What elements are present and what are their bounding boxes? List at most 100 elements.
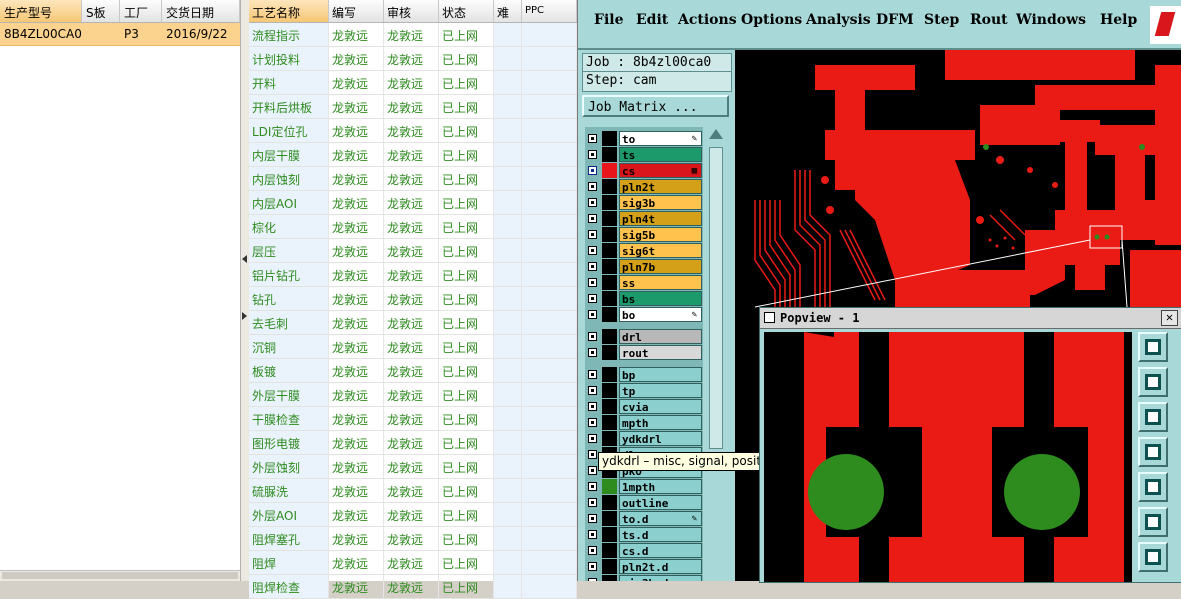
layer-row-ts-d[interactable]: ts.d bbox=[585, 527, 703, 542]
col-header-delivery-date[interactable]: 交货日期 bbox=[162, 0, 240, 22]
table-row[interactable]: 流程指示 龙敦远 龙敦远 已上网 bbox=[249, 23, 577, 47]
layer-color-swatch[interactable] bbox=[602, 163, 617, 178]
layer-color-swatch[interactable] bbox=[602, 307, 617, 322]
layer-checkbox[interactable] bbox=[588, 450, 597, 459]
layer-color-swatch[interactable] bbox=[602, 291, 617, 306]
table-row[interactable]: 去毛刺 龙敦远 龙敦远 已上网 bbox=[249, 311, 577, 335]
layer-color-swatch[interactable] bbox=[602, 511, 617, 526]
table-row[interactable]: 阻焊检查 龙敦远 龙敦远 已上网 bbox=[249, 575, 577, 599]
table-row[interactable]: 硫脲洗 龙敦远 龙敦远 已上网 bbox=[249, 479, 577, 503]
layer-color-swatch[interactable] bbox=[602, 527, 617, 542]
layer-name[interactable]: pln7b bbox=[619, 259, 702, 274]
fit-button[interactable] bbox=[1138, 507, 1168, 537]
table-row[interactable]: 开料 龙敦远 龙敦远 已上网 bbox=[249, 71, 577, 95]
col-header-status[interactable]: 状态 bbox=[439, 0, 494, 22]
layer-color-swatch[interactable] bbox=[602, 275, 617, 290]
table-row[interactable]: 内层干膜 龙敦远 龙敦远 已上网 bbox=[249, 143, 577, 167]
scroll-up-icon[interactable] bbox=[709, 129, 723, 139]
layer-name[interactable]: sig6t bbox=[619, 243, 702, 258]
expand-right-icon[interactable] bbox=[242, 312, 247, 320]
table-row[interactable]: 外层干膜 龙敦远 龙敦远 已上网 bbox=[249, 383, 577, 407]
zoom-out-button[interactable] bbox=[1138, 402, 1168, 432]
col-header-ppc[interactable]: PPC bbox=[522, 0, 577, 22]
layer-checkbox[interactable] bbox=[588, 214, 597, 223]
horizontal-scrollbar[interactable] bbox=[0, 570, 240, 581]
job-matrix-button[interactable]: Job Matrix ... bbox=[582, 95, 729, 117]
layer-name[interactable]: 1mpth bbox=[619, 479, 702, 494]
layer-row-sig5b[interactable]: sig5b bbox=[585, 227, 703, 242]
table-row[interactable]: 外层AOI 龙敦远 龙敦远 已上网 bbox=[249, 503, 577, 527]
table-row[interactable]: 阻焊塞孔 龙敦远 龙敦远 已上网 bbox=[249, 527, 577, 551]
layer-color-swatch[interactable] bbox=[602, 559, 617, 574]
layer-name[interactable]: ss bbox=[619, 275, 702, 290]
table-row[interactable]: 外层蚀刻 龙敦远 龙敦远 已上网 bbox=[249, 455, 577, 479]
col-header-model[interactable]: 生产型号 bbox=[0, 0, 82, 22]
layer-row-pln2t-d[interactable]: pln2t.d bbox=[585, 559, 703, 574]
table-row[interactable]: 层压 龙敦远 龙敦远 已上网 bbox=[249, 239, 577, 263]
layer-color-swatch[interactable] bbox=[602, 179, 617, 194]
table-row[interactable]: 8B4ZL00CA0 P3 2016/9/22 bbox=[0, 23, 240, 46]
layer-name[interactable]: cs.d bbox=[619, 543, 702, 558]
layer-checkbox[interactable] bbox=[588, 198, 597, 207]
scrollbar-thumb[interactable] bbox=[2, 572, 238, 579]
table-row[interactable]: 内层蚀刻 龙敦远 龙敦远 已上网 bbox=[249, 167, 577, 191]
layer-list-scrollbar[interactable] bbox=[705, 127, 726, 581]
layer-row-sig3b[interactable]: sig3b bbox=[585, 195, 703, 210]
layer-checkbox[interactable] bbox=[588, 434, 597, 443]
table-row[interactable]: 沉铜 龙敦远 龙敦远 已上网 bbox=[249, 335, 577, 359]
zoom-in-button[interactable] bbox=[1138, 367, 1168, 397]
pan-right-button[interactable] bbox=[1138, 472, 1168, 502]
table-row[interactable]: 板镀 龙敦远 龙敦远 已上网 bbox=[249, 359, 577, 383]
layer-row-bs[interactable]: bs bbox=[585, 291, 703, 306]
menu-help[interactable]: Help bbox=[1100, 12, 1137, 28]
layer-row-bo[interactable]: bo ✎ bbox=[585, 307, 703, 322]
layer-row-cs[interactable]: cs ▦ bbox=[585, 163, 703, 178]
layer-name[interactable]: ts.d bbox=[619, 527, 702, 542]
layer-name[interactable]: pln2t bbox=[619, 179, 702, 194]
layer-color-swatch[interactable] bbox=[602, 147, 617, 162]
layer-row-pln2t[interactable]: pln2t bbox=[585, 179, 703, 194]
layer-name[interactable]: drl bbox=[619, 329, 702, 344]
layer-checkbox[interactable] bbox=[588, 230, 597, 239]
layer-row-outline[interactable]: outline bbox=[585, 495, 703, 510]
window-menu-icon[interactable] bbox=[764, 312, 775, 323]
close-icon[interactable]: ✕ bbox=[1161, 310, 1178, 326]
layer-name[interactable]: sig3b bbox=[619, 195, 702, 210]
layer-checkbox[interactable] bbox=[588, 262, 597, 271]
table-row[interactable]: 开料后烘板 龙敦远 龙敦远 已上网 bbox=[249, 95, 577, 119]
layer-color-swatch[interactable] bbox=[602, 211, 617, 226]
table-row[interactable]: 干膜检查 龙敦远 龙敦远 已上网 bbox=[249, 407, 577, 431]
layer-color-swatch[interactable] bbox=[602, 495, 617, 510]
layer-checkbox[interactable] bbox=[588, 332, 597, 341]
layer-name[interactable]: mpth bbox=[619, 415, 702, 430]
layer-color-swatch[interactable] bbox=[602, 431, 617, 446]
menu-analysis[interactable]: Analysis bbox=[806, 12, 871, 28]
menu-dfm[interactable]: DFM bbox=[876, 12, 914, 28]
layer-name[interactable]: ts bbox=[619, 147, 702, 162]
layer-checkbox[interactable] bbox=[588, 514, 597, 523]
layer-row-to-d[interactable]: to.d ✎ bbox=[585, 511, 703, 526]
layer-checkbox[interactable] bbox=[588, 466, 597, 475]
layer-checkbox[interactable] bbox=[588, 386, 597, 395]
layer-row-ydkdrl[interactable]: ydkdrl bbox=[585, 431, 703, 446]
layer-row-ts[interactable]: ts bbox=[585, 147, 703, 162]
layer-color-swatch[interactable] bbox=[602, 227, 617, 242]
menu-rout[interactable]: Rout bbox=[970, 12, 1008, 28]
layer-checkbox[interactable] bbox=[588, 530, 597, 539]
popview-pin-button[interactable] bbox=[1138, 332, 1168, 362]
menu-file[interactable]: File bbox=[594, 12, 623, 28]
layer-checkbox[interactable] bbox=[588, 370, 597, 379]
layer-row-rout[interactable]: rout bbox=[585, 345, 703, 360]
layer-checkbox[interactable] bbox=[588, 246, 597, 255]
layer-row-bp[interactable]: bp bbox=[585, 367, 703, 382]
table-row[interactable]: 棕化 龙敦远 龙敦远 已上网 bbox=[249, 215, 577, 239]
table-row[interactable]: 铝片钻孔 龙敦远 龙敦远 已上网 bbox=[249, 263, 577, 287]
layer-name[interactable]: sig3b.d bbox=[619, 575, 702, 581]
layer-color-swatch[interactable] bbox=[602, 329, 617, 344]
collapse-left-icon[interactable] bbox=[242, 255, 247, 263]
layer-color-swatch[interactable] bbox=[602, 415, 617, 430]
layer-checkbox[interactable] bbox=[588, 562, 597, 571]
layer-name[interactable]: to ✎ bbox=[619, 131, 702, 146]
col-header-s-board[interactable]: S板 bbox=[82, 0, 120, 22]
layer-checkbox[interactable] bbox=[588, 166, 597, 175]
